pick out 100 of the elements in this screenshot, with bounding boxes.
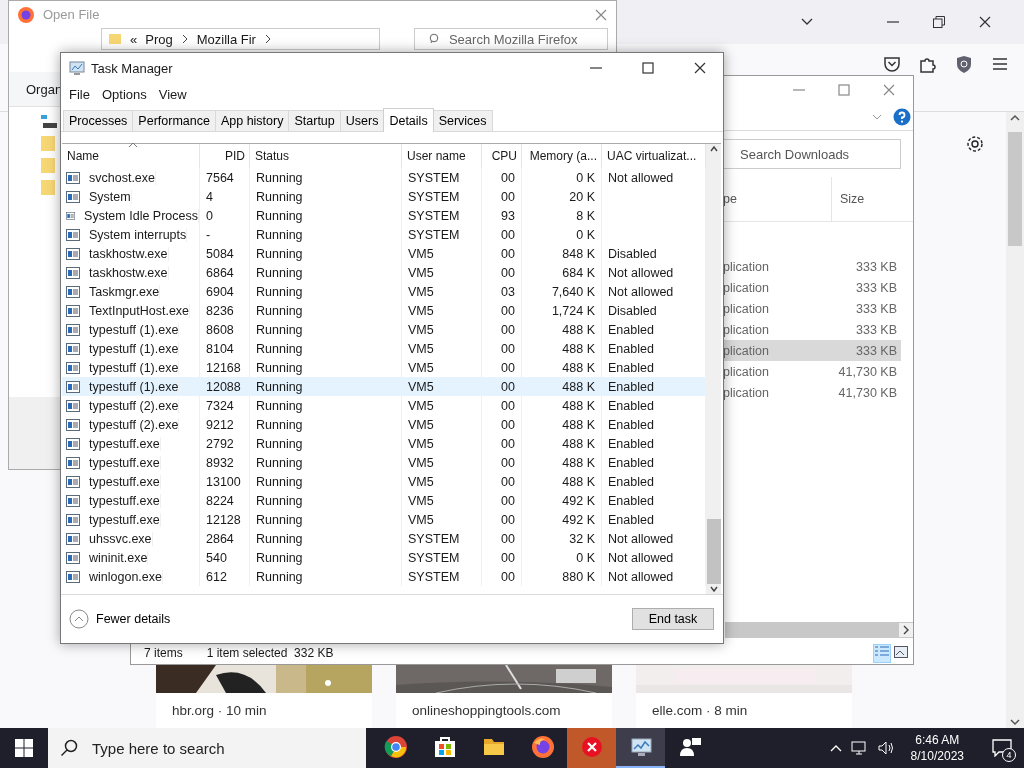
process-row[interactable]: taskhostw.exe 5084 Running VM5 00 848 K Disabled [62,244,706,263]
tab[interactable]: Performance [132,110,216,131]
table-cell: 00 [482,187,522,206]
table-cell: VM5 [402,377,482,396]
table-cell: Running [250,301,402,320]
process-row[interactable]: typestuff (2).exe 9212 Running VM5 00 488 K Enabled [62,415,706,434]
close-icon [594,7,608,22]
table-cell: 9212 [200,415,250,434]
process-row[interactable]: wininit.exe 540 Running SYSTEM 00 0 K Not allowed [62,548,706,567]
end-task-button[interactable]: End task [632,608,714,630]
process-row[interactable]: typestuff.exe 8932 Running VM5 00 488 K Enabled [62,453,706,472]
taskbar-search-field[interactable]: Type here to search [48,728,366,768]
tab[interactable]: Services [432,110,493,131]
menu-item[interactable]: Options [95,86,153,102]
scrollbar-thumb[interactable] [707,519,721,584]
process-icon [66,417,80,432]
process-icon [66,246,80,261]
table-cell: Running [250,282,402,301]
process-row[interactable]: typestuff (2).exe 7324 Running VM5 00 488 K Enabled [62,396,706,415]
table-cell: 00 [482,548,522,567]
column-header[interactable]: Name [62,144,200,168]
tab[interactable]: Startup [288,110,341,131]
folder-icon [41,157,55,173]
process-row[interactable]: Taskmgr.exe 6904 Running VM5 03 7,640 K Not allowed [62,282,706,301]
table-cell: 20 K [522,187,602,206]
table-cell: 848 K [522,244,602,263]
process-row[interactable]: taskhostw.exe 6864 Running VM5 00 684 K Not allowed [62,263,706,282]
column-header[interactable]: Size [831,177,901,221]
column-header[interactable]: CPU [482,144,522,168]
tab[interactable]: Users [339,110,385,131]
search-field[interactable]: Search Downloads [723,139,901,169]
notification-icon [992,739,1012,757]
file-row[interactable]: plication 333 KB [723,256,901,277]
selection-info: 1 item selected 332 KB [206,646,334,660]
table-cell: 8224 [200,491,250,510]
clock-date[interactable]: 8/10/2023 [910,748,964,764]
table-cell: 4 [200,187,250,206]
table-cell: - [200,225,250,244]
window-title: Task Manager [91,60,173,76]
fewer-details-button[interactable]: Fewer details [69,609,171,629]
process-row[interactable]: typestuff.exe 2792 Running VM5 00 488 K Enabled [62,434,706,453]
store-bag-icon [432,735,457,759]
search-field[interactable]: Search Mozilla Firefox [413,28,608,50]
file-row[interactable]: plication 333 KB [723,277,901,298]
table-cell: VM5 [402,434,482,453]
close-app-icon [579,735,604,759]
monitor-chart-icon [628,735,653,759]
process-row[interactable]: typestuff.exe 8224 Running VM5 00 492 K Enabled [62,491,706,510]
table-cell: Running [250,472,402,491]
tab[interactable]: Processes [63,110,134,131]
table-cell: 488 K [522,320,602,339]
process-name: System Idle Process [78,208,199,223]
column-header[interactable]: pe [723,177,831,221]
process-row[interactable]: typestuff (1).exe 12088 Running VM5 00 488 K Enabled [62,377,706,396]
scroll-down-icon [708,584,719,594]
table-cell: 8932 [200,453,250,472]
table-cell: 00 [482,567,522,586]
process-row[interactable]: svchost.exe 7564 Running SYSTEM 00 0 K Not allowed [62,168,706,187]
taskbar-button[interactable] [616,728,665,768]
file-row[interactable]: plication 41,730 KB [723,382,901,403]
table-cell: 00 [482,339,522,358]
process-name: typestuff (1).exe [83,322,180,337]
process-row[interactable]: System interrupts - Running SYSTEM 00 0 K [62,225,706,244]
table-cell: 8 K [522,206,602,225]
file-row[interactable]: plication 333 KB [723,319,901,340]
table-cell: Running [250,339,402,358]
process-row[interactable]: winlogon.exe 612 Running SYSTEM 00 880 K Not allowed [62,567,706,586]
process-row[interactable]: System Idle Process 0 Running SYSTEM 93 8 K [62,206,706,225]
process-row[interactable]: typestuff.exe 12128 Running VM5 00 492 K Enabled [62,510,706,529]
process-row[interactable]: TextInputHost.exe 8236 Running VM5 00 1,724 K Disabled [62,301,706,320]
process-row[interactable]: typestuff.exe 13100 Running VM5 00 488 K Enabled [62,472,706,491]
table-cell: Running [250,510,402,529]
column-header[interactable]: PID [200,144,250,168]
column-header[interactable]: Status [250,144,402,168]
menu-item[interactable]: View [152,86,193,102]
process-name: typestuff.exe [83,493,161,508]
clock-time[interactable]: 6:46 AM [915,732,960,748]
process-name: Taskmgr.exe [83,284,161,299]
table-cell: VM5 [402,301,482,320]
process-icon [66,474,80,489]
process-row[interactable]: typestuff (1).exe 8104 Running VM5 00 488 K Enabled [62,339,706,358]
close-icon [978,15,992,29]
table-cell: VM5 [402,472,482,491]
file-row[interactable]: plication 333 KB [723,340,901,361]
process-row[interactable]: uhssvc.exe 2864 Running SYSTEM 00 32 K Not allowed [62,529,706,548]
table-cell: 0 K [522,548,602,567]
process-row[interactable]: typestuff (1).exe 8608 Running VM5 00 488 K Enabled [62,320,706,339]
path-field[interactable]: « Prog Mozilla Fir [101,28,380,50]
file-row[interactable]: plication 41,730 KB [723,361,901,382]
tab[interactable]: App history [214,110,290,131]
menu-item[interactable]: File [63,86,96,102]
tab[interactable]: Details [383,108,434,132]
scrollbar-thumb[interactable] [1008,132,1022,246]
process-name: typestuff.exe [83,474,161,489]
column-header[interactable]: User name [402,144,482,168]
table-cell: 00 [482,377,522,396]
column-header[interactable]: Memory (a... [522,144,602,168]
file-row[interactable]: plication 333 KB [723,298,901,319]
table-cell: Running [250,529,402,548]
process-row[interactable]: System 4 Running SYSTEM 00 20 K [62,187,706,206]
